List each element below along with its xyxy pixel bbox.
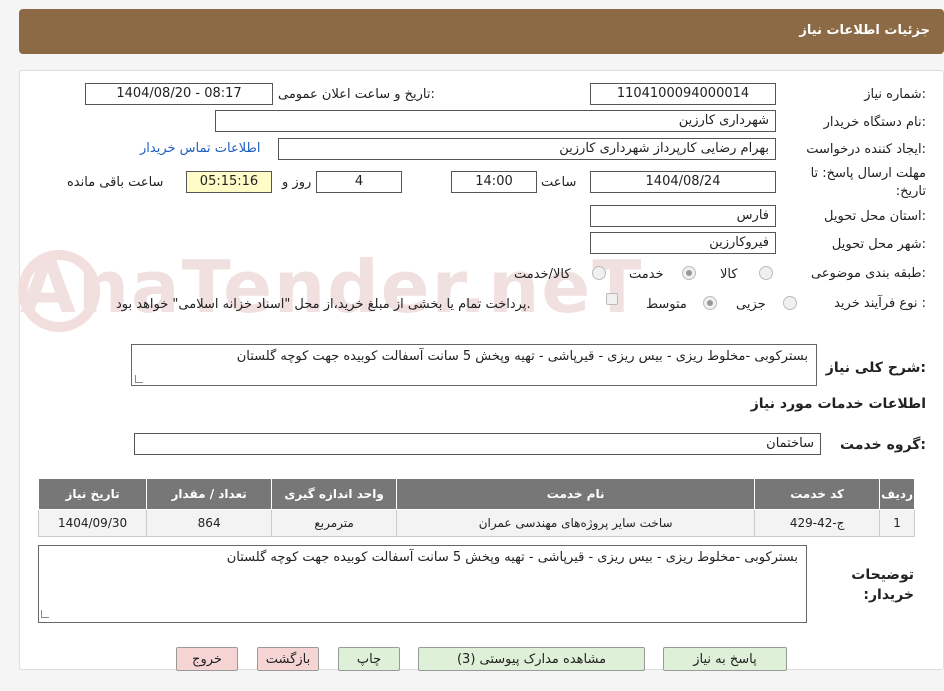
attachments-button[interactable]: مشاهده مدارک پیوستی (3) <box>418 647 645 671</box>
buyer-org-label: نام دستگاه خریدار: <box>823 115 926 130</box>
service-group-label: گروه خدمت: <box>840 437 926 453</box>
summary-textarea: بسترکوبی -مخلوط ریزی - بیس ریزی - قیرپاش… <box>131 344 817 386</box>
summary-text: بسترکوبی -مخلوط ریزی - بیس ریزی - قیرپاش… <box>236 349 808 364</box>
process-radio-minor[interactable] <box>783 296 797 310</box>
need-number-field: 1104100094000014 <box>590 83 776 105</box>
buyer-notes-label: توضیحات خریدار: <box>851 567 914 603</box>
process-option-minor: جزیی <box>736 297 766 312</box>
province-label: استان محل تحویل: <box>824 209 926 224</box>
services-section-title: اطلاعات خدمات مورد نیاز <box>750 396 926 412</box>
deadline-date-field: 1404/08/24 <box>590 171 776 193</box>
remaining-label: ساعت باقی مانده <box>67 175 164 190</box>
col-unit: واحد اندازه گیری <box>271 478 398 510</box>
summary-resize-handle[interactable] <box>135 375 143 383</box>
category-option-goods-service: کالا/خدمت <box>514 267 571 282</box>
days-field: 4 <box>316 171 402 193</box>
table-row: 1 ج-42-429 ساخت سایر پروژه‌های مهندسی عم… <box>37 509 915 537</box>
services-header-row: ردیف کد خدمت نام خدمت واحد اندازه گیری ت… <box>37 478 915 510</box>
cell-unit: مترمربع <box>271 509 398 537</box>
treasury-payment-checkbox[interactable] <box>606 293 618 305</box>
process-label: نوع فرآیند خرید : <box>834 296 926 311</box>
city-label: شهر محل تحویل: <box>831 237 926 252</box>
cell-code: ج-42-429 <box>754 509 881 537</box>
category-option-service: خدمت <box>629 267 664 282</box>
creator-label: ایجاد کننده درخواست: <box>806 142 926 157</box>
print-button[interactable]: چاپ <box>338 647 400 671</box>
respond-button[interactable]: پاسخ به نیاز <box>663 647 787 671</box>
cell-row: 1 <box>879 509 915 537</box>
remaining-time-field: 05:15:16 <box>186 171 272 193</box>
treasury-payment-note: پرداخت تمام یا بخشی از مبلغ خرید،از محل … <box>116 297 531 312</box>
province-field: فارس <box>590 205 776 227</box>
col-row: ردیف <box>879 478 915 510</box>
services-table: ردیف کد خدمت نام خدمت واحد اندازه گیری ت… <box>37 478 915 537</box>
buyer-notes-text: بسترکوبی -مخلوط ریزی - بیس ریزی - قیرپاش… <box>226 550 798 565</box>
process-radio-medium[interactable] <box>703 296 717 310</box>
col-qty: تعداد / مقدار <box>146 478 273 510</box>
cell-name: ساخت سایر پروژه‌های مهندسی عمران <box>396 509 756 537</box>
services-table-wrap: ردیف کد خدمت نام خدمت واحد اندازه گیری ت… <box>37 478 915 537</box>
deadline-time-field: 14:00 <box>451 171 537 193</box>
announce-label: تاریخ و ساعت اعلان عمومی: <box>278 87 435 102</box>
exit-button[interactable]: خروج <box>176 647 238 671</box>
col-code: کد خدمت <box>754 478 881 510</box>
buyer-contact-link[interactable]: اطلاعات تماس خریدار <box>140 141 260 156</box>
page-title: جزئیات اطلاعات نیاز <box>799 23 930 38</box>
category-label: طبقه بندی موضوعی: <box>810 266 926 281</box>
deadline-label: مهلت ارسال پاسخ: تا تاریخ: <box>810 166 926 199</box>
col-date: تاریخ نیاز <box>37 478 148 510</box>
watermark-text: AnaTender.neT <box>20 245 644 329</box>
buyer-org-field: شهرداری کارزین <box>215 110 776 132</box>
category-radio-service[interactable] <box>682 266 696 280</box>
cell-qty: 864 <box>146 509 273 537</box>
col-name: نام خدمت <box>396 478 756 510</box>
summary-label: شرح کلی نیاز: <box>825 360 926 376</box>
deadline-time-label: ساعت <box>541 175 577 190</box>
service-group-field: ساختمان <box>134 433 821 455</box>
city-field: فیروکارزین <box>590 232 776 254</box>
back-button[interactable]: بازگشت <box>257 647 319 671</box>
page-header: جزئیات اطلاعات نیاز <box>19 9 944 54</box>
process-option-medium: متوسط <box>646 297 687 312</box>
category-option-goods: کالا <box>720 267 738 282</box>
category-radio-goods[interactable] <box>759 266 773 280</box>
category-radio-goods-service[interactable] <box>592 266 606 280</box>
notes-resize-handle[interactable] <box>41 610 49 618</box>
creator-field: بهرام رضایی کارپرداز شهرداری کارزین <box>278 138 776 160</box>
announce-field: 1404/08/20 - 08:17 <box>85 83 273 105</box>
days-label: روز و <box>282 175 312 190</box>
cell-date: 1404/09/30 <box>37 509 148 537</box>
buyer-notes-textarea: بسترکوبی -مخلوط ریزی - بیس ریزی - قیرپاش… <box>38 545 807 623</box>
need-number-label: شماره نیاز: <box>864 87 926 102</box>
